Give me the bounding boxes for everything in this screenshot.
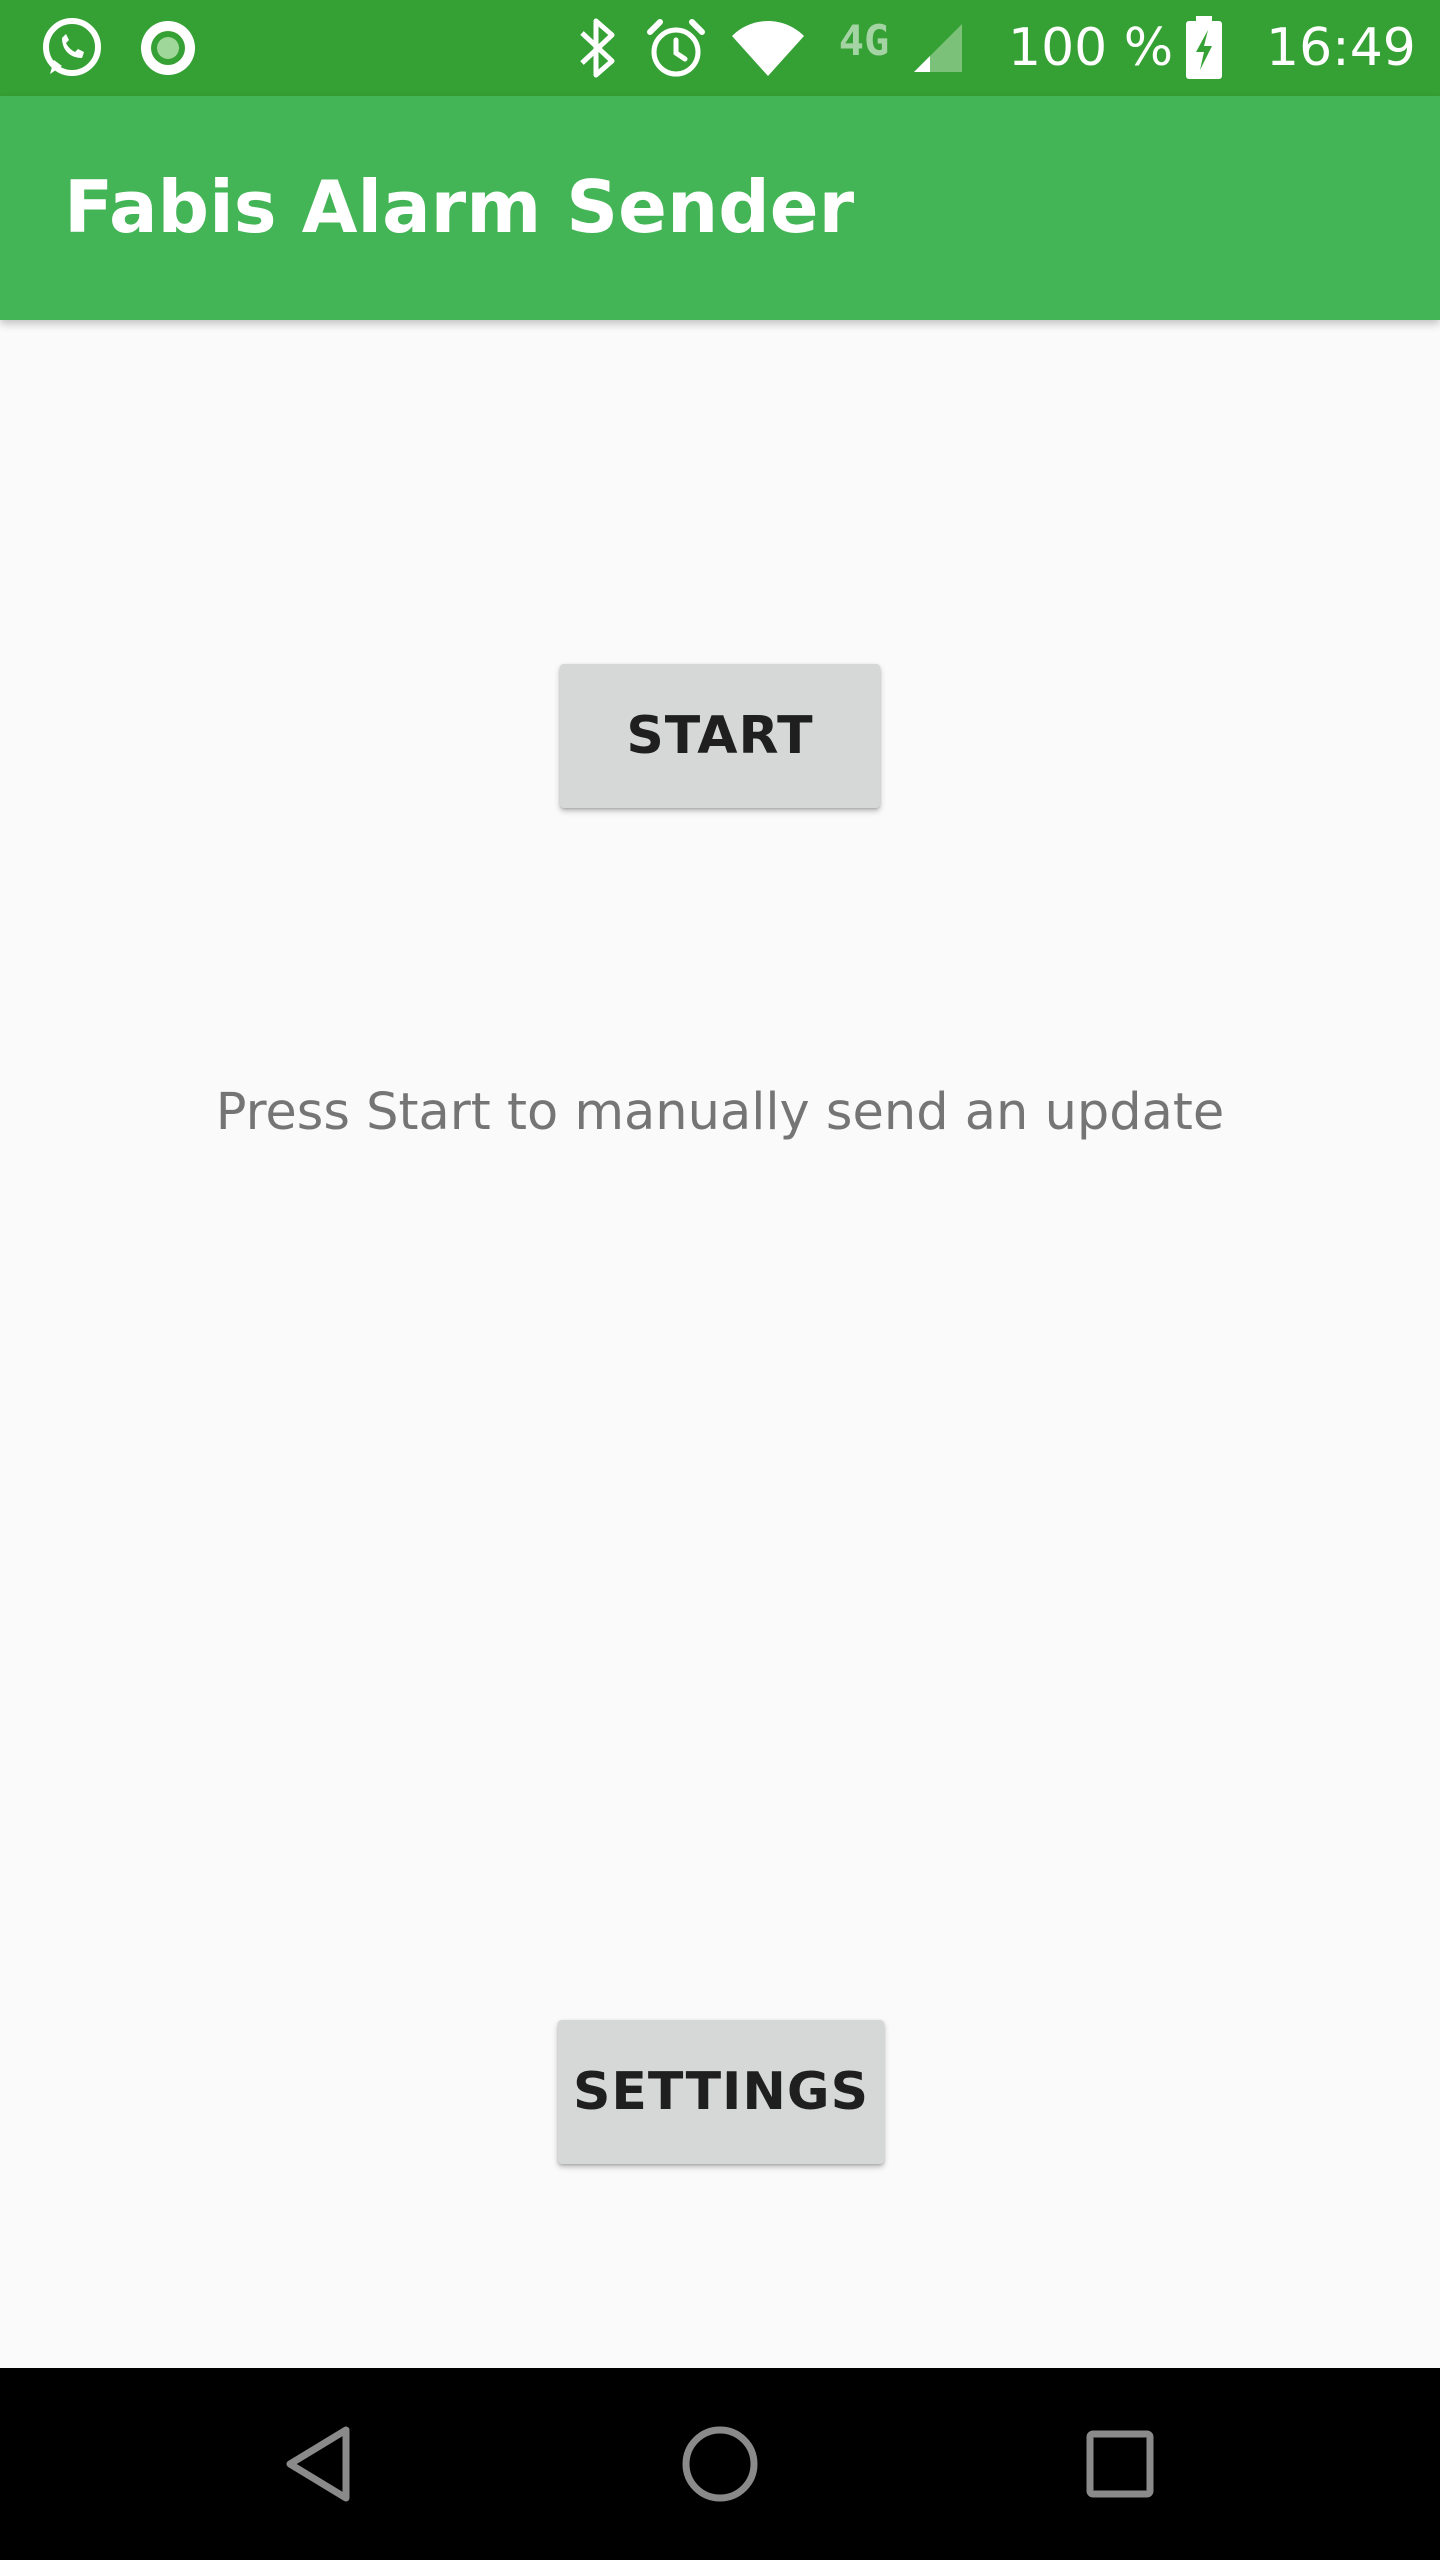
status-bar: 4G 100 % 16:49 xyxy=(0,0,1440,96)
alarm-icon xyxy=(642,16,710,80)
battery-charging-icon xyxy=(1180,16,1228,80)
instruction-text: Press Start to manually send an update xyxy=(215,1083,1225,1142)
settings-button[interactable]: SETTINGS xyxy=(558,2020,884,2164)
network-4g-icon: 4G xyxy=(826,8,902,72)
circle-notification-icon xyxy=(136,16,200,80)
home-icon[interactable] xyxy=(664,2408,776,2520)
network-type-label: 4G xyxy=(838,15,890,65)
whatsapp-icon xyxy=(38,16,106,80)
app-screen: 4G 100 % 16:49 Fabis Alarm Sender START … xyxy=(0,0,1440,2560)
wifi-icon xyxy=(728,16,808,80)
clock: 16:49 xyxy=(1266,18,1416,78)
recents-icon[interactable] xyxy=(1064,2408,1176,2520)
bluetooth-icon xyxy=(570,16,626,80)
cellular-signal-icon xyxy=(910,16,966,80)
battery-percent: 100 % xyxy=(1008,18,1174,78)
start-button[interactable]: START xyxy=(560,664,880,808)
back-icon[interactable] xyxy=(264,2408,376,2520)
app-bar: Fabis Alarm Sender xyxy=(0,96,1440,320)
app-title: Fabis Alarm Sender xyxy=(64,165,855,249)
navigation-bar xyxy=(0,2368,1440,2560)
